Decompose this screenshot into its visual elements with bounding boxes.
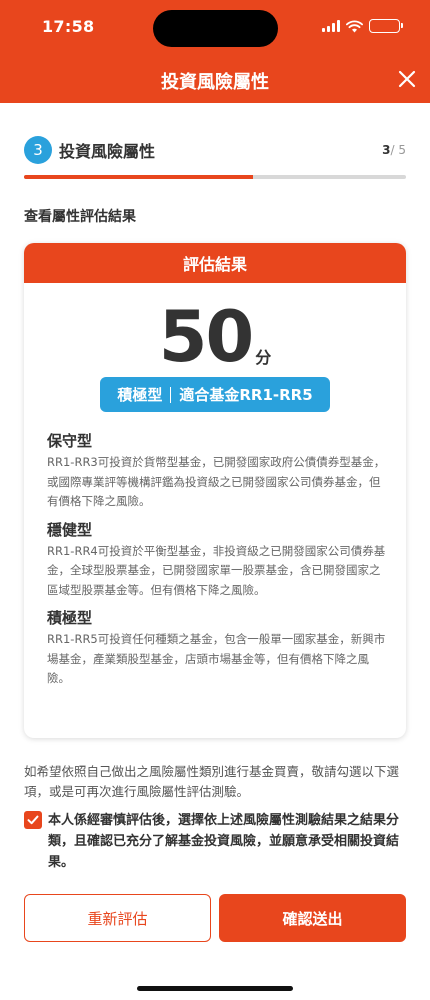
risk-type-item: 積極型 RR1-RR5可投資任何種類之基金，包含一般單一國家基金，新興市場基金，… xyxy=(47,607,387,689)
home-indicator xyxy=(137,986,293,991)
dynamic-island xyxy=(153,10,278,47)
step-counter: 3/ 5 xyxy=(382,143,406,157)
score-unit: 分 xyxy=(255,348,272,367)
risk-type-desc: RR1-RR5可投資任何種類之基金，包含一般單一國家基金，新興市場基金，產業類股… xyxy=(47,632,386,685)
app-header: 17:58 投資風險屬性 xyxy=(0,0,430,103)
risk-type-badge: 積極型 適合基金RR1-RR5 xyxy=(100,377,330,412)
reassess-button[interactable]: 重新評估 xyxy=(24,894,211,942)
step-progress-bar xyxy=(24,175,406,179)
risk-type-desc: RR1-RR4可投資於平衡型基金，非投資級之已開發國家公司債券基金，全球型股票基… xyxy=(47,543,386,597)
risk-type-item: 穩健型 RR1-RR4可投資於平衡型基金，非投資級之已開發國家公司債券基金，全球… xyxy=(47,519,387,601)
step-progress-fill xyxy=(24,175,254,179)
signal-icon xyxy=(322,20,340,32)
step-number-badge: 3 xyxy=(24,136,52,164)
status-time: 17:58 xyxy=(42,17,95,36)
notice-text: 如希望依照自己做出之風險屬性類別進行基金買賣，敬請勾選以下選項，或是可再次進行風… xyxy=(24,764,400,799)
risk-type-list: 保守型 RR1-RR3可投資於貨幣型基金，已開發國家政府公債債券型基金，或國際專… xyxy=(47,430,387,696)
suitable-funds-label: 適合基金RR1-RR5 xyxy=(179,386,313,404)
step-current: 3 xyxy=(382,143,391,157)
risk-type-name: 穩健型 xyxy=(47,520,93,539)
submit-button[interactable]: 確認送出 xyxy=(219,894,406,942)
risk-type-name: 積極型 xyxy=(47,609,93,627)
step-total: / 5 xyxy=(390,143,407,157)
step-indicator: 3 投資風險屬性 3/ 5 xyxy=(24,136,406,164)
battery-icon xyxy=(369,19,403,33)
section-title: 查看屬性評估結果 xyxy=(24,209,136,225)
close-button[interactable] xyxy=(396,68,418,90)
confirm-option[interactable]: 本人係經審慎評估後，選擇依上述風險屬性測驗結果之結果分類，且確認已充分了解基金投… xyxy=(24,810,406,873)
step-title: 投資風險屬性 xyxy=(59,142,156,161)
result-card-header: 評估結果 xyxy=(24,243,406,283)
risk-type-desc: RR1-RR3可投資於貨幣型基金，已開發國家政府公債債券型基金，或國際專業評等機… xyxy=(47,455,386,508)
risk-type-label: 積極型 xyxy=(117,386,163,404)
confirm-label: 本人係經審慎評估後，選擇依上述風險屬性測驗結果之結果分類，且確認已充分了解基金投… xyxy=(48,813,400,870)
result-card: 評估結果 50 分 積極型 適合基金RR1-RR5 保守型 RR1-RR3可投資於… xyxy=(24,243,406,738)
checkmark-icon xyxy=(27,815,39,825)
wifi-icon xyxy=(346,20,363,32)
risk-type-item: 保守型 RR1-RR3可投資於貨幣型基金，已開發國家政府公債債券型基金，或國際專… xyxy=(47,430,387,512)
status-icons xyxy=(322,17,403,35)
confirm-checkbox[interactable] xyxy=(24,811,42,829)
page-title: 投資風險屬性 xyxy=(161,72,269,93)
score-display: 50 分 xyxy=(24,298,406,376)
score-value: 50 xyxy=(158,296,254,378)
risk-type-name: 保守型 xyxy=(47,432,93,450)
close-icon xyxy=(398,70,416,88)
badge-divider xyxy=(170,386,172,403)
